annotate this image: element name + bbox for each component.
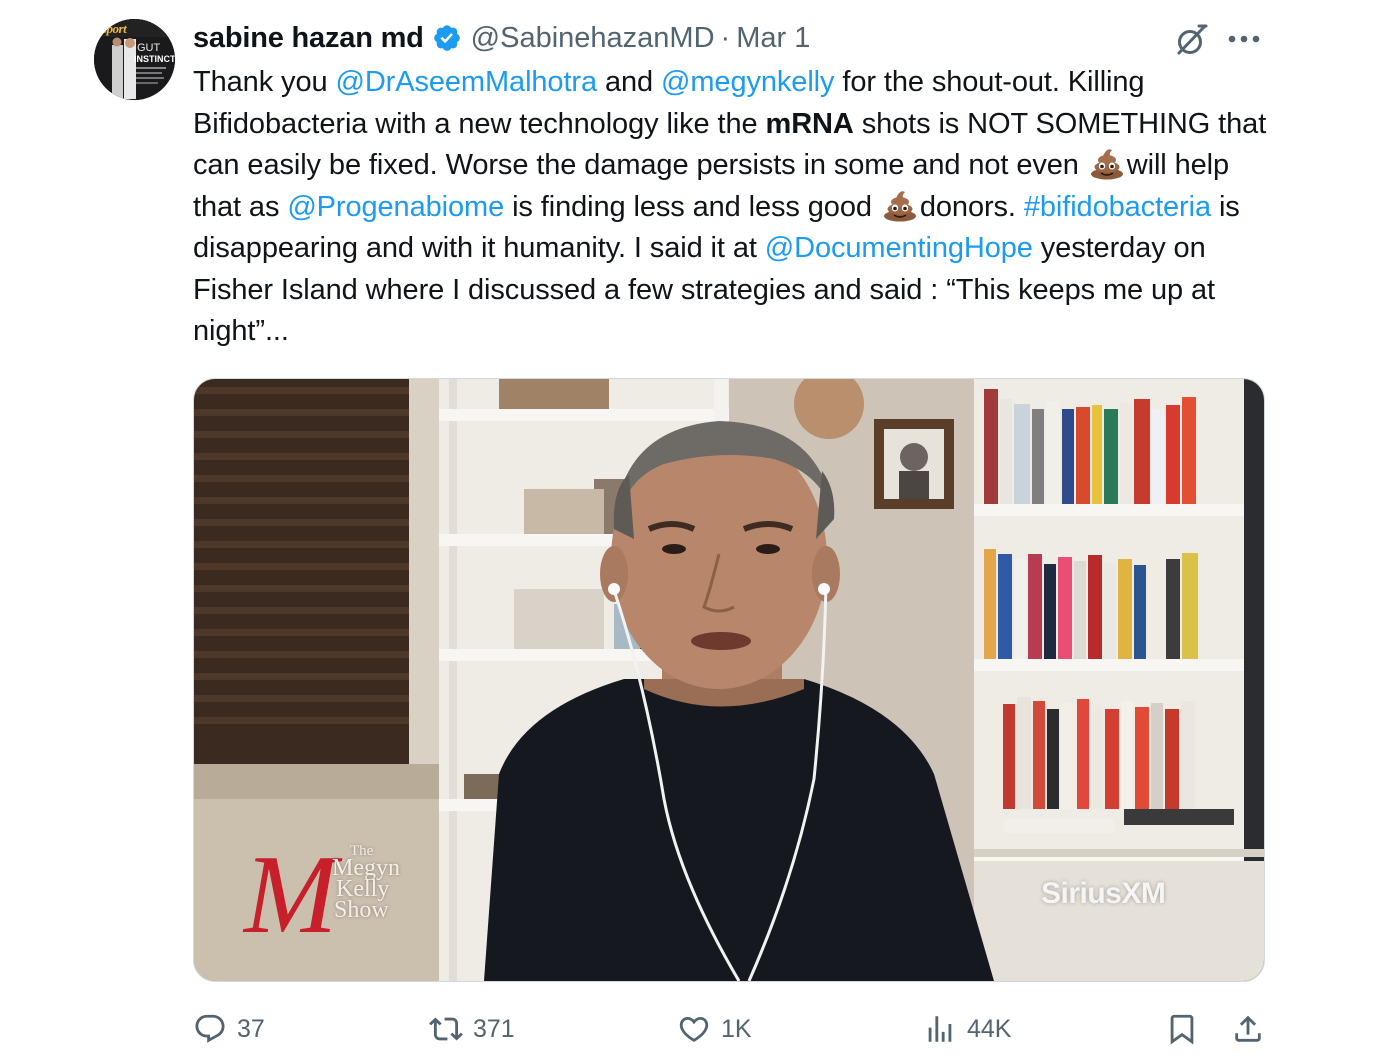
tweet-header: sabine hazan md @SabinehazanMD · Mar 1 (193, 18, 810, 58)
header-separator: · (720, 21, 731, 54)
reply-count: 37 (237, 1014, 265, 1043)
avatar-masthead: sport (102, 21, 127, 36)
like-count: 1K (721, 1014, 752, 1043)
reply-button[interactable]: 37 (193, 1008, 265, 1050)
verified-badge-icon[interactable] (432, 23, 462, 53)
tweet-video[interactable]: M The Megyn Kelly Show SiriusXM (193, 378, 1265, 982)
share-button[interactable] (1231, 1008, 1265, 1050)
repost-button[interactable]: 371 (429, 1008, 515, 1050)
like-icon (679, 1016, 709, 1042)
repost-count: 371 (473, 1014, 515, 1043)
tweet-text: Thank you @DrAseemMalhotra and @megynkel… (193, 62, 1273, 353)
repost-icon (429, 1017, 463, 1041)
tweet: sport GUT INSTINCT sabine hazan md @Sabi… (0, 0, 1380, 1055)
grok-icon[interactable] (1172, 20, 1212, 60)
hashtag-bifidobacteria[interactable]: #bifidobacteria (1024, 191, 1211, 223)
avatar[interactable]: sport GUT INSTINCT (94, 19, 175, 100)
show-logo-letter: M (244, 833, 338, 957)
tweet-text-segment: and (597, 66, 662, 98)
mention-progenabiome[interactable]: @Progenabiome (287, 191, 504, 223)
tweet-text-segment: Thank you (193, 66, 336, 98)
siriusxm-logo: SiriusXM (1041, 877, 1166, 910)
poop-emoji-icon (1090, 149, 1123, 180)
tweet-date[interactable]: Mar 1 (736, 22, 810, 55)
more-icon[interactable] (1224, 22, 1264, 56)
share-icon (1235, 1015, 1261, 1042)
poop-emoji-icon (883, 190, 916, 221)
avatar-cover-gut: GUT (137, 42, 161, 54)
views-button[interactable]: 44K (923, 1008, 1011, 1050)
display-name[interactable]: sabine hazan md (193, 22, 424, 55)
show-logo-word: Show (334, 897, 389, 924)
views-icon (928, 1016, 952, 1042)
show-logo-words: The Megyn Kelly Show (332, 843, 400, 924)
bookmark-icon (1170, 1014, 1194, 1045)
megyn-kelly-show-logo: M The Megyn Kelly Show (244, 839, 444, 959)
tweet-text-bold: mRNA (765, 107, 854, 140)
tweet-action-bar: 37 371 1K 44K (193, 1008, 1268, 1050)
mention-draseemmalhotra[interactable]: @DrAseemMalhotra (335, 66, 597, 98)
tweet-text-segment: donors. (919, 190, 1024, 223)
reply-icon (195, 1014, 225, 1043)
mention-megynkelly[interactable]: @megynkelly (661, 66, 835, 98)
author-handle[interactable]: @SabinehazanMD (471, 22, 715, 55)
tweet-text-segment: is finding less and less good (504, 190, 880, 223)
mention-documentinghope[interactable]: @DocumentingHope (765, 232, 1033, 264)
views-count: 44K (967, 1014, 1012, 1043)
bookmark-button[interactable] (1165, 1008, 1199, 1050)
like-button[interactable]: 1K (677, 1008, 752, 1050)
avatar-cover-instinct: INSTINCT (134, 54, 175, 64)
